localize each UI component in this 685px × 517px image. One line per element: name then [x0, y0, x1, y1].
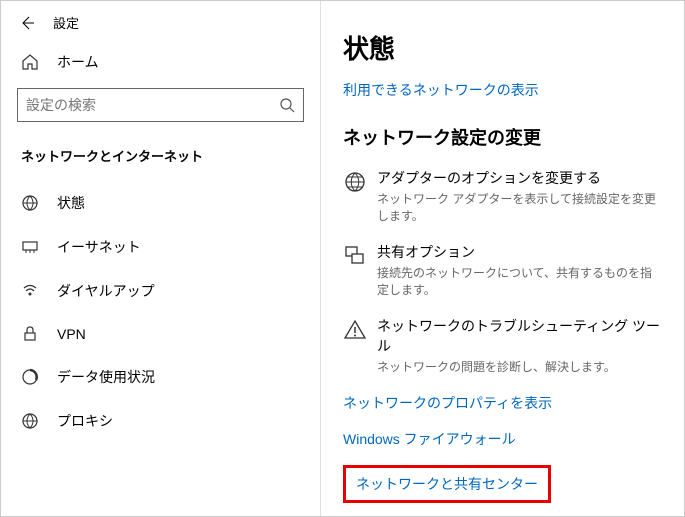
nav-label: 状態	[57, 193, 85, 213]
search-input[interactable]	[26, 97, 279, 113]
section-title: ネットワーク設定の変更	[343, 124, 662, 150]
option-title: 共有オプション	[377, 242, 662, 262]
window-title: 設定	[53, 13, 79, 32]
links-block: ネットワークのプロパティを表示 Windows ファイアウォール ネットワークと…	[343, 393, 662, 516]
dialup-icon	[21, 284, 43, 298]
link-network-properties[interactable]: ネットワークのプロパティを表示	[343, 393, 662, 413]
sidebar-item-ethernet[interactable]: イーサネット	[1, 225, 320, 269]
option-title: ネットワークのトラブルシューティング ツール	[377, 316, 662, 356]
sidebar-item-vpn[interactable]: VPN	[1, 313, 320, 355]
titlebar: 設定	[1, 9, 320, 42]
adapter-icon	[343, 168, 377, 224]
sidebar: 設定 ホーム ネットワークとインターネット 状態	[1, 1, 321, 516]
troubleshoot-icon	[343, 316, 377, 375]
option-desc: ネットワーク アダプターを表示して接続設定を変更します。	[377, 190, 662, 224]
nav-label: イーサネット	[57, 237, 141, 257]
home-label: ホーム	[57, 52, 99, 72]
link-show-networks[interactable]: 利用できるネットワークの表示	[343, 80, 539, 100]
sidebar-home[interactable]: ホーム	[1, 42, 320, 82]
sidebar-item-proxy[interactable]: プロキシ	[1, 399, 320, 443]
sidebar-item-status[interactable]: 状態	[1, 181, 320, 225]
nav-label: VPN	[57, 326, 86, 342]
option-desc: 接続先のネットワークについて、共有するものを指定します。	[377, 264, 662, 298]
data-usage-icon	[21, 368, 43, 386]
option-desc: ネットワークの問題を診断し、解決します。	[377, 358, 662, 375]
home-icon	[21, 53, 43, 71]
link-firewall[interactable]: Windows ファイアウォール	[343, 429, 662, 449]
highlight-sharing-center: ネットワークと共有センター	[343, 465, 551, 503]
nav-label: プロキシ	[57, 411, 113, 431]
ethernet-icon	[21, 238, 43, 256]
link-sharing-center[interactable]: ネットワークと共有センター	[356, 474, 538, 494]
search-box[interactable]	[17, 88, 304, 122]
search-icon	[279, 97, 295, 113]
sidebar-item-dialup[interactable]: ダイヤルアップ	[1, 269, 320, 313]
vpn-icon	[21, 325, 43, 343]
option-adapter[interactable]: アダプターのオプションを変更する ネットワーク アダプターを表示して接続設定を変…	[343, 168, 662, 224]
status-icon	[21, 194, 43, 212]
main-content: 状態 利用できるネットワークの表示 ネットワーク設定の変更 アダプターのオプショ…	[321, 1, 684, 516]
category-label: ネットワークとインターネット	[1, 136, 320, 181]
search-container	[17, 88, 304, 122]
option-sharing[interactable]: 共有オプション 接続先のネットワークについて、共有するものを指定します。	[343, 242, 662, 298]
option-troubleshoot[interactable]: ネットワークのトラブルシューティング ツール ネットワークの問題を診断し、解決し…	[343, 316, 662, 375]
nav-label: データ使用状況	[57, 367, 155, 387]
option-title: アダプターのオプションを変更する	[377, 168, 662, 188]
sidebar-item-data-usage[interactable]: データ使用状況	[1, 355, 320, 399]
nav-label: ダイヤルアップ	[57, 281, 155, 301]
page-title: 状態	[343, 29, 662, 66]
proxy-icon	[21, 412, 43, 430]
back-button[interactable]	[19, 15, 35, 31]
sharing-icon	[343, 242, 377, 298]
